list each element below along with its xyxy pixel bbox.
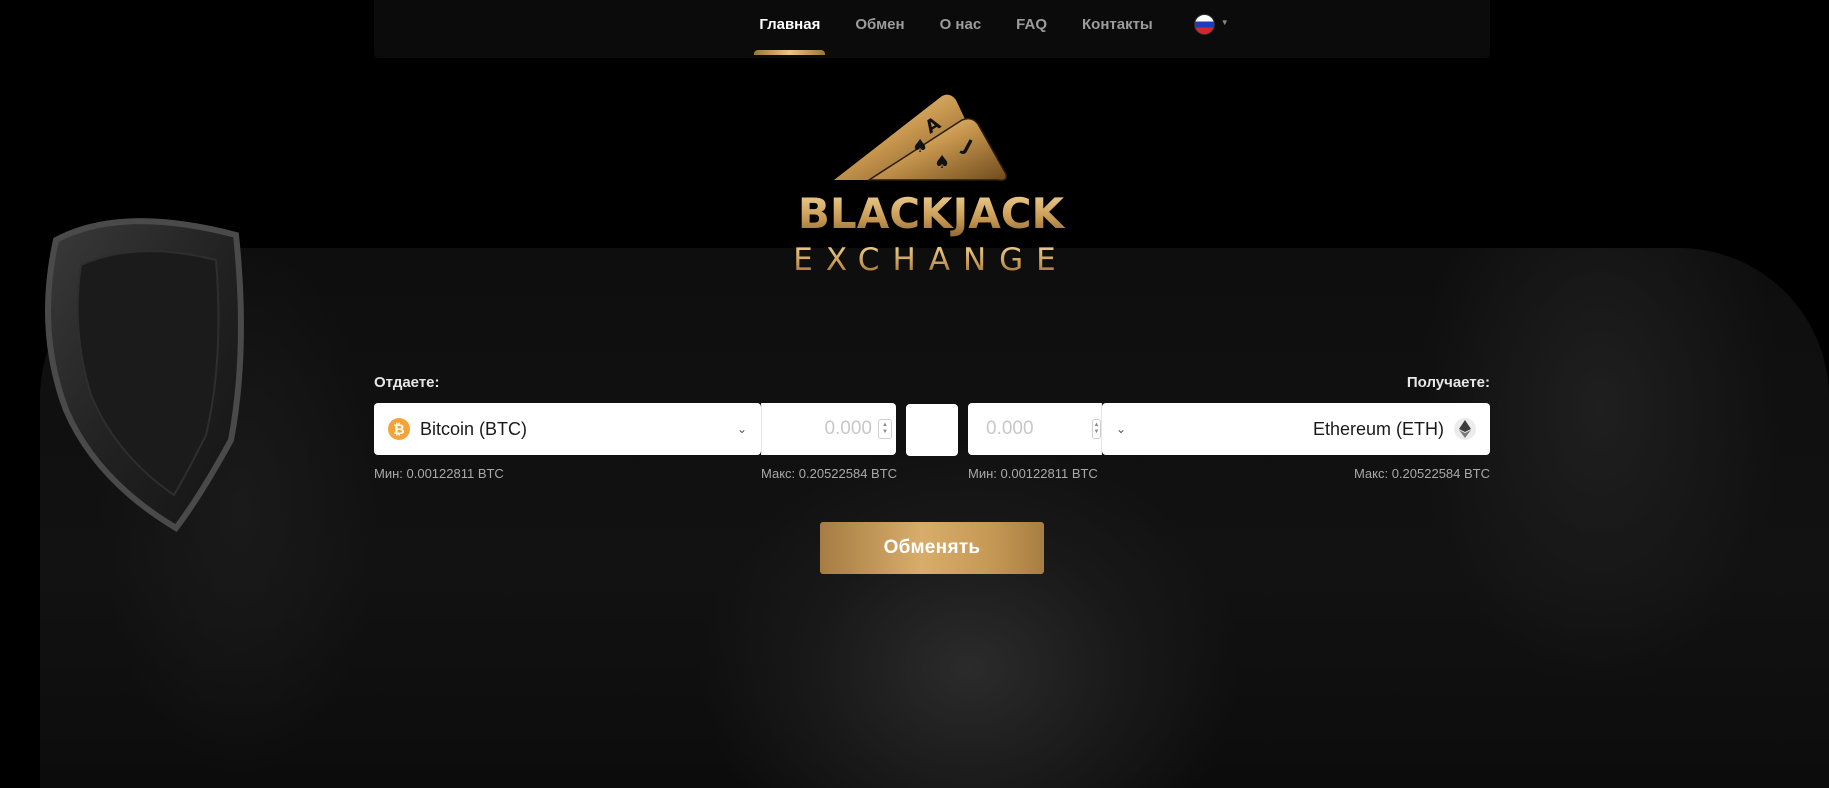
russia-flag-icon bbox=[1193, 13, 1215, 35]
receive-max-limit: Макс: 0.20522584 BTC bbox=[1353, 466, 1490, 481]
receive-currency-name: Ethereum (ETH) bbox=[1312, 418, 1444, 439]
chevron-down-icon: ▼ bbox=[1220, 18, 1229, 27]
receive-amount-stepper[interactable]: ▲ ▼ bbox=[1092, 419, 1101, 439]
receive-amount-input[interactable] bbox=[984, 417, 1088, 441]
exchange-button[interactable]: Обменять bbox=[820, 522, 1044, 574]
bitcoin-icon: ₿ bbox=[388, 418, 410, 440]
background-panel bbox=[40, 248, 1829, 788]
give-min-limit: Мин: 0.00122811 BTC bbox=[374, 466, 504, 481]
svg-text:♠: ♠ bbox=[934, 152, 950, 173]
logo-subtitle: EXCHANGE bbox=[793, 242, 1069, 274]
nav-item-exchange[interactable]: Обмен bbox=[855, 16, 904, 33]
give-max-limit: Макс: 0.20522584 BTC bbox=[761, 466, 898, 481]
blackjack-exchange-logo: A J ♠ ♠ BLACKJACK EXCHANGE bbox=[793, 94, 1069, 274]
logo-title: BLACKJACK bbox=[798, 189, 1066, 238]
chevron-down-icon: ⌄ bbox=[736, 422, 747, 436]
nav-item-about[interactable]: О нас bbox=[940, 16, 982, 33]
receive-label: Получаете: bbox=[1406, 374, 1490, 391]
nav-item-home[interactable]: Главная bbox=[754, 16, 826, 55]
give-amount-stepper[interactable]: ▲ ▼ bbox=[878, 419, 892, 439]
svg-text:♠: ♠ bbox=[912, 136, 928, 157]
receive-amount-field: ▲▼ bbox=[968, 403, 1102, 455]
chevron-down-icon: ⌄ bbox=[1116, 422, 1127, 436]
ethereum-icon bbox=[1454, 418, 1476, 440]
shield-image bbox=[45, 218, 244, 532]
receive-currency-select[interactable]: ⌄ Ethereum (ETH) bbox=[1102, 403, 1490, 455]
receive-min-limit: Мин: 0.00122811 BTC bbox=[968, 466, 1098, 481]
give-amount-input[interactable] bbox=[770, 417, 874, 441]
give-label: Отдаете: bbox=[374, 374, 440, 391]
give-currency-select[interactable]: ₿ Bitcoin (BTC) ⌄ bbox=[374, 403, 761, 455]
swap-button[interactable] bbox=[906, 404, 958, 456]
nav-item-faq[interactable]: FAQ bbox=[1016, 16, 1047, 33]
language-selector[interactable]: ▼ bbox=[1193, 13, 1229, 35]
cards-icon: A J ♠ ♠ bbox=[834, 94, 1008, 182]
give-amount-field: ▲▼ bbox=[761, 403, 896, 455]
give-currency-name: Bitcoin (BTC) bbox=[420, 418, 528, 439]
top-navigation: Главная Обмен О нас FAQ Контакты ▼ bbox=[374, 0, 1490, 58]
nav-item-contacts[interactable]: Контакты bbox=[1082, 16, 1153, 33]
